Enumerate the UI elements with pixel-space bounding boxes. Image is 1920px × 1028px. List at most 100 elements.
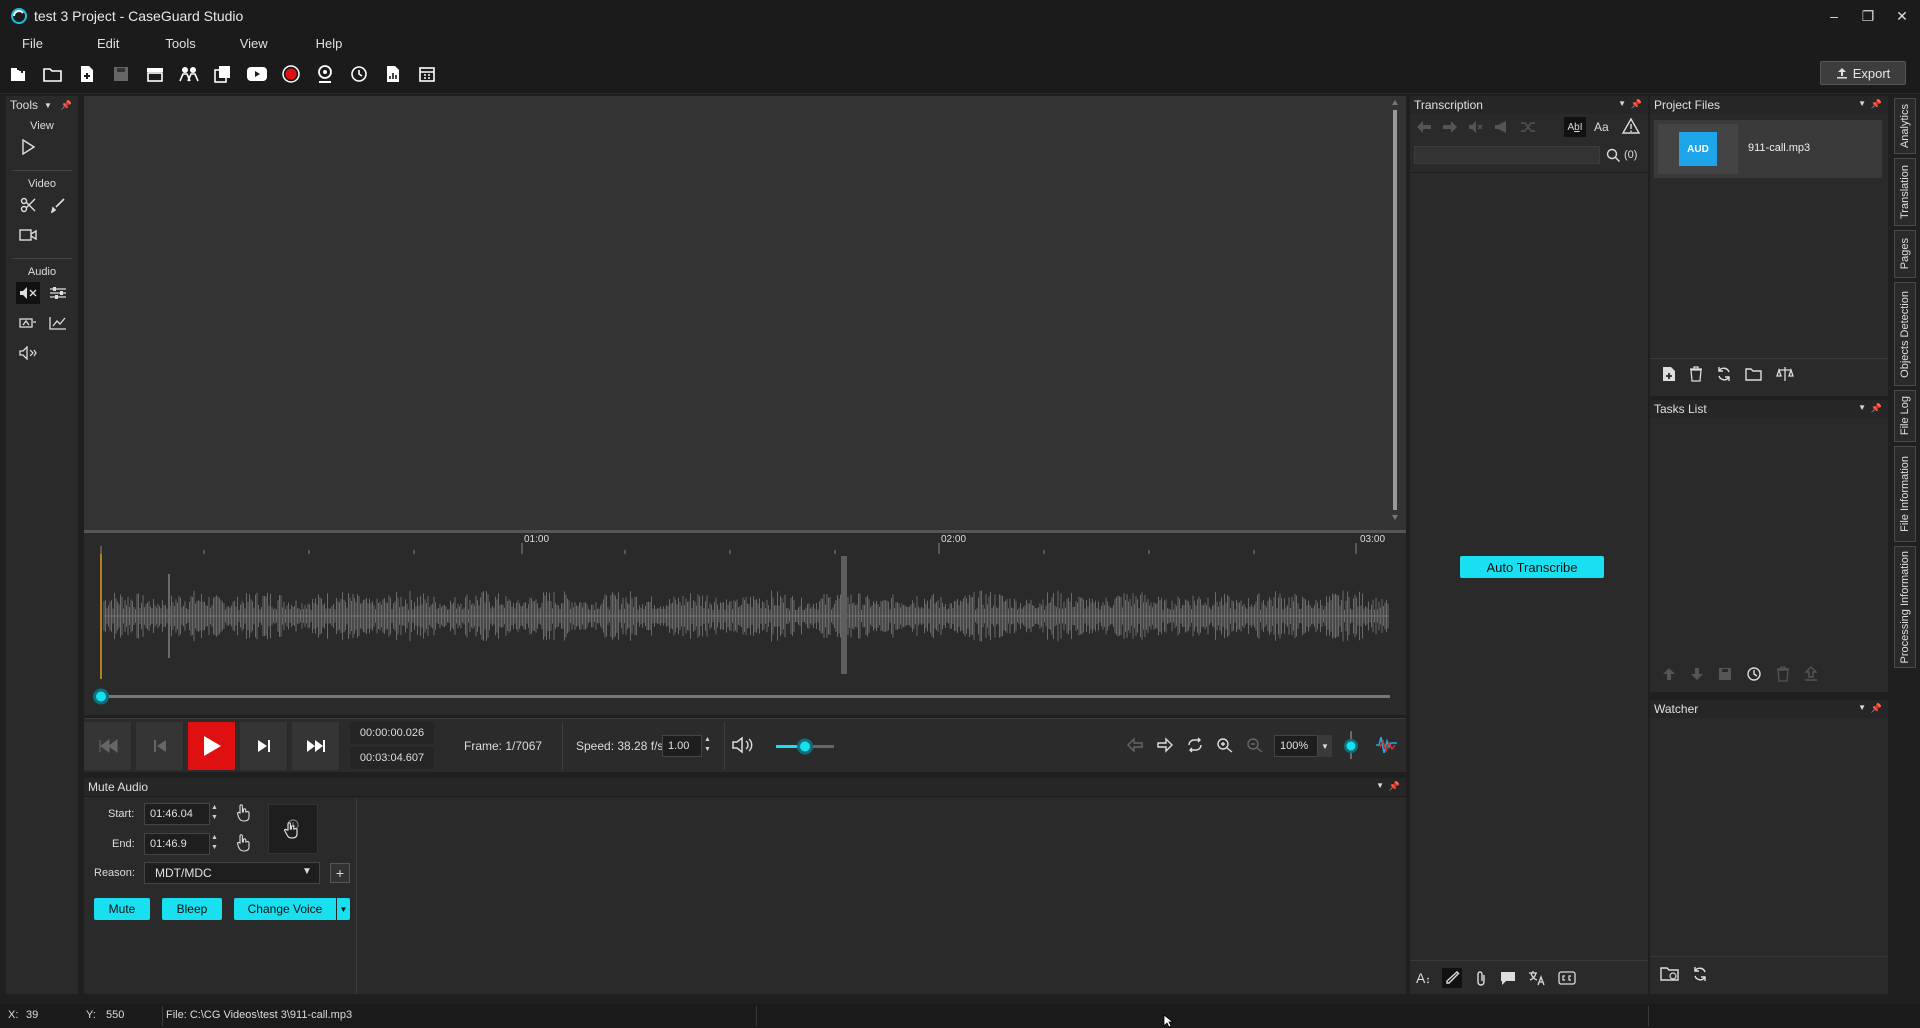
menu-tools[interactable]: Tools bbox=[133, 36, 209, 51]
refresh-icon[interactable] bbox=[1716, 366, 1732, 382]
next-frame-button[interactable] bbox=[240, 722, 288, 770]
tab-file-information[interactable]: File Information bbox=[1894, 446, 1916, 542]
previous-frame-button[interactable] bbox=[136, 722, 184, 770]
chevron-down-icon[interactable]: ▼ bbox=[1858, 99, 1866, 108]
play-tool-icon[interactable] bbox=[16, 136, 40, 158]
record-icon[interactable] bbox=[278, 62, 304, 86]
history-icon[interactable] bbox=[1746, 666, 1762, 682]
text-format-icon[interactable]: AbI bbox=[1564, 117, 1586, 137]
closed-caption-icon[interactable] bbox=[1558, 971, 1576, 985]
tab-processing-information[interactable]: Processing Information bbox=[1894, 546, 1916, 668]
volume-icon[interactable] bbox=[732, 736, 754, 754]
voice-icon[interactable] bbox=[16, 312, 40, 334]
people-icon[interactable] bbox=[176, 62, 202, 86]
tab-objects-detection[interactable]: Objects Detection bbox=[1894, 282, 1916, 386]
save-icon[interactable] bbox=[108, 62, 134, 86]
webcam-icon[interactable] bbox=[312, 62, 338, 86]
equalizer-icon[interactable] bbox=[46, 282, 70, 304]
megaphone-icon[interactable] bbox=[1494, 120, 1510, 134]
chevron-down-icon[interactable]: ▼ bbox=[1376, 781, 1384, 790]
mark-out-icon[interactable] bbox=[1156, 737, 1174, 753]
video-preview[interactable] bbox=[84, 96, 1406, 530]
file-item[interactable]: AUD 911-call.mp3 bbox=[1654, 120, 1882, 178]
transcription-search-input[interactable] bbox=[1414, 146, 1600, 164]
pick-time-button[interactable] bbox=[268, 804, 318, 854]
auto-transcribe-button[interactable]: Auto Transcribe bbox=[1460, 556, 1604, 578]
zoom-in-icon[interactable] bbox=[1216, 737, 1234, 753]
delete-task-icon[interactable] bbox=[1776, 666, 1790, 682]
tab-analytics[interactable]: Analytics bbox=[1894, 98, 1916, 154]
timeline-ruler[interactable]: 01:00 02:00 03:00 bbox=[84, 530, 1406, 554]
mark-in-icon[interactable] bbox=[1126, 737, 1144, 753]
hand-pointer-icon[interactable] bbox=[236, 834, 250, 852]
tab-file-log[interactable]: File Log bbox=[1894, 390, 1916, 442]
audio-waveform[interactable] bbox=[84, 554, 1406, 679]
upload-task-icon[interactable] bbox=[1804, 666, 1818, 682]
volume-slider[interactable] bbox=[774, 735, 838, 757]
video-camera-icon[interactable] bbox=[16, 224, 40, 246]
menu-edit[interactable]: Edit bbox=[57, 36, 133, 51]
youtube-icon[interactable] bbox=[244, 62, 270, 86]
add-file-icon[interactable] bbox=[74, 62, 100, 86]
shuffle-icon[interactable] bbox=[1520, 120, 1536, 134]
volume-bleep-icon[interactable] bbox=[16, 342, 40, 364]
duplicate-icon[interactable] bbox=[210, 62, 236, 86]
waveform-toggle-icon[interactable] bbox=[1374, 733, 1400, 757]
change-voice-dropdown-icon[interactable]: ▼ bbox=[337, 898, 350, 920]
mute-segment-icon[interactable] bbox=[1468, 120, 1484, 134]
save-task-icon[interactable] bbox=[1718, 667, 1732, 681]
pin-icon[interactable]: 📌 bbox=[1871, 703, 1882, 714]
history-icon[interactable] bbox=[346, 62, 372, 86]
compare-icon[interactable] bbox=[1776, 366, 1794, 382]
delete-icon[interactable] bbox=[1689, 366, 1703, 382]
scissors-icon[interactable] bbox=[16, 194, 40, 216]
chevron-down-icon[interactable]: ▼ bbox=[1858, 403, 1866, 412]
menu-help[interactable]: Help bbox=[282, 36, 357, 51]
text-size-icon[interactable]: A↕ bbox=[1416, 970, 1430, 986]
reason-select[interactable]: MDT/MDC bbox=[144, 862, 320, 884]
move-down-icon[interactable] bbox=[1690, 667, 1704, 681]
search-icon[interactable] bbox=[1606, 148, 1620, 162]
move-up-icon[interactable] bbox=[1662, 667, 1676, 681]
watch-folder-icon[interactable] bbox=[1660, 966, 1680, 982]
report-icon[interactable] bbox=[380, 62, 406, 86]
minimize-button[interactable]: – bbox=[1816, 0, 1852, 32]
loop-icon[interactable] bbox=[1186, 737, 1204, 753]
paperclip-icon[interactable] bbox=[1474, 970, 1488, 986]
add-file-icon[interactable] bbox=[1662, 366, 1676, 382]
translate-icon[interactable] bbox=[1528, 970, 1546, 986]
pen-icon[interactable] bbox=[1442, 968, 1463, 988]
skip-to-end-button[interactable] bbox=[292, 722, 340, 770]
pin-icon[interactable]: 📌 bbox=[61, 100, 72, 111]
mute-button[interactable]: Mute bbox=[94, 898, 150, 920]
new-project-icon[interactable] bbox=[6, 62, 32, 86]
zoom-select[interactable]: 100% bbox=[1274, 735, 1318, 757]
tab-pages[interactable]: Pages bbox=[1894, 230, 1916, 278]
chevron-down-icon[interactable]: ▼ bbox=[44, 101, 52, 110]
marker-icon[interactable] bbox=[1340, 731, 1362, 759]
start-stepper[interactable]: ▲ ▼ bbox=[211, 803, 218, 823]
chevron-down-icon[interactable]: ▼ bbox=[1858, 703, 1866, 712]
playback-scrubber[interactable] bbox=[84, 679, 1406, 715]
restore-button[interactable]: ❐ bbox=[1850, 0, 1886, 32]
change-voice-button[interactable]: Change Voice bbox=[234, 898, 336, 920]
tab-translation[interactable]: Translation bbox=[1894, 158, 1916, 226]
zoom-out-icon[interactable] bbox=[1246, 737, 1264, 753]
pin-icon[interactable]: 📌 bbox=[1871, 99, 1882, 110]
bleep-button[interactable]: Bleep bbox=[162, 898, 222, 920]
chevron-down-icon[interactable]: ▼ bbox=[1618, 99, 1626, 108]
case-sensitive-toggle[interactable]: Aa bbox=[1594, 120, 1609, 134]
speed-stepper[interactable]: ▲ ▼ bbox=[704, 735, 711, 755]
start-time-input[interactable]: 01:46.04 bbox=[144, 803, 210, 825]
open-folder-icon[interactable] bbox=[40, 62, 66, 86]
speed-input[interactable]: 1.00 bbox=[662, 735, 702, 757]
menu-view[interactable]: View bbox=[210, 36, 282, 51]
brush-icon[interactable] bbox=[46, 194, 70, 216]
export-button[interactable]: Export bbox=[1820, 61, 1906, 85]
skip-to-start-button[interactable] bbox=[84, 722, 132, 770]
calendar-icon[interactable] bbox=[414, 62, 440, 86]
add-reason-button[interactable]: + bbox=[330, 863, 350, 883]
zoom-dropdown-icon[interactable]: ▼ bbox=[1318, 735, 1332, 757]
comment-icon[interactable] bbox=[1500, 970, 1516, 986]
open-folder-icon[interactable] bbox=[1745, 367, 1763, 381]
